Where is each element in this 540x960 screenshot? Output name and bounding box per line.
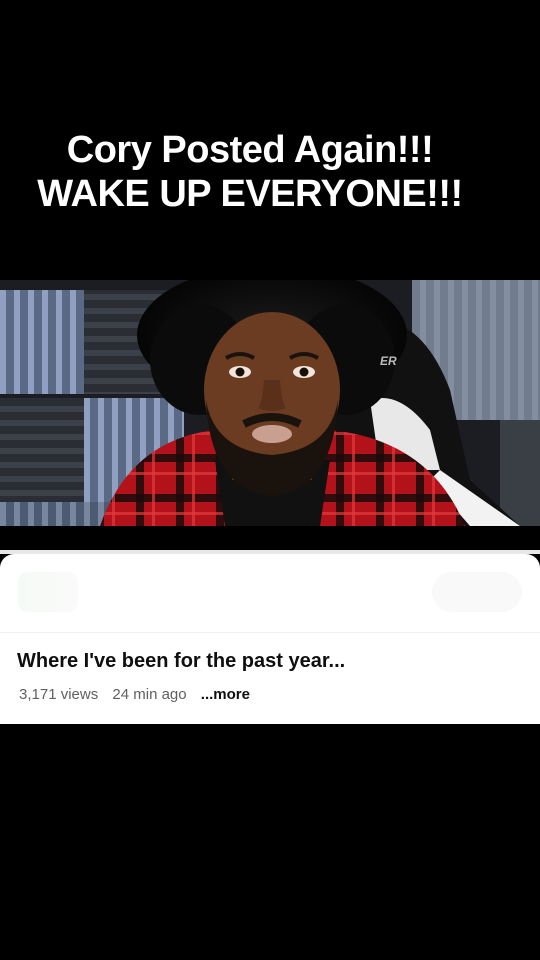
upload-age: 24 min ago <box>112 686 187 703</box>
video-meta: 3,171 views 24 min ago ...more <box>19 686 250 703</box>
overlay-caption: Cory Posted Again!!! WAKE UP EVERYONE!!! <box>0 128 500 216</box>
subscribe-button-ghost <box>432 572 522 612</box>
caption-line-2: WAKE UP EVERYONE!!! <box>37 173 463 215</box>
card-divider <box>0 632 540 633</box>
caption-line-1: Cory Posted Again!!! <box>66 129 434 171</box>
video-title[interactable]: Where I've been for the past year... <box>17 650 345 673</box>
view-count: 3,171 views <box>19 686 99 703</box>
more-link[interactable]: ...more <box>201 686 250 703</box>
video-info-card: Where I've been for the past year... 3,1… <box>0 554 540 724</box>
channel-avatar-ghost <box>18 572 78 612</box>
chair-logo-text: ER <box>380 354 397 368</box>
thumbnail-image: ER <box>0 280 540 526</box>
video-thumbnail[interactable]: ER <box>0 280 540 526</box>
